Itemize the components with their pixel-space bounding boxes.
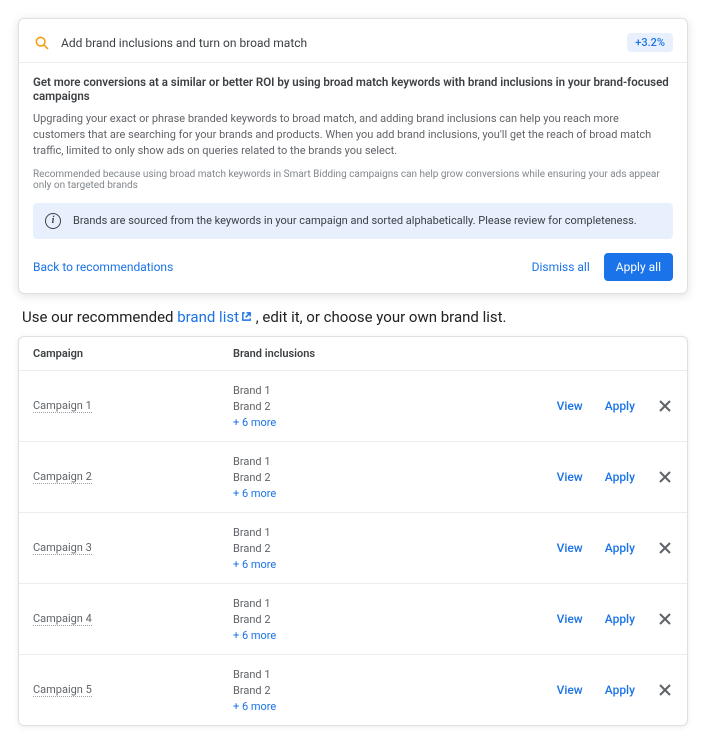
info-icon: i [45,213,61,229]
reason-text: Recommended because using broad match ke… [33,169,673,191]
view-button[interactable]: View [557,541,583,555]
brand-item: Brand 1 [233,454,463,471]
campaign-table: Campaign Brand inclusions Campaign 1 Bra… [18,336,688,726]
more-brands-link[interactable]: + 6 more [233,558,463,571]
brand-list-link[interactable]: brand list [177,308,239,326]
brand-item: Brand 2 [233,399,463,416]
brand-item: Brand 2 [233,612,463,629]
card-header: Add brand inclusions and turn on broad m… [33,29,673,62]
apply-all-button[interactable]: Apply all [604,253,673,281]
apply-button[interactable]: Apply [605,683,635,697]
info-text: Brands are sourced from the keywords in … [73,214,637,227]
table-row: Campaign 4 Brand 1 Brand 2 + 6 more View… [19,584,687,655]
campaign-link[interactable]: Campaign 5 [33,683,92,697]
apply-button[interactable]: Apply [605,399,635,413]
brand-item: Brand 1 [233,596,463,613]
brand-item: Brand 2 [233,683,463,700]
campaign-link[interactable]: Campaign 3 [33,541,92,555]
info-banner: i Brands are sourced from the keywords i… [33,203,673,239]
more-brands-link[interactable]: + 6 more [233,487,463,500]
brand-item: Brand 1 [233,383,463,400]
campaign-link[interactable]: Campaign 4 [33,612,92,626]
dismiss-all-button[interactable]: Dismiss all [532,260,590,274]
brand-item: Brand 2 [233,470,463,487]
search-icon [33,34,51,52]
divider [19,62,687,63]
table-row: Campaign 3 Brand 1 Brand 2 + 6 more View… [19,513,687,584]
body-text: Upgrading your exact or phrase branded k… [33,111,673,159]
more-brands-link[interactable]: + 6 more [233,629,463,642]
card-footer: Back to recommendations Dismiss all Appl… [33,253,673,281]
card-title: Add brand inclusions and turn on broad m… [61,36,627,50]
headline: Get more conversions at a similar or bet… [33,75,673,103]
close-icon[interactable] [657,611,673,627]
more-brands-link[interactable]: + 6 more [233,416,463,429]
view-button[interactable]: View [557,683,583,697]
table-header: Campaign Brand inclusions [19,337,687,371]
instruction-post: , edit it, or choose your own brand list… [252,308,507,326]
close-icon[interactable] [657,398,673,414]
apply-button[interactable]: Apply [605,470,635,484]
view-button[interactable]: View [557,470,583,484]
external-link-icon [241,308,252,319]
apply-button[interactable]: Apply [605,612,635,626]
more-brands-link[interactable]: + 6 more [233,700,463,713]
brand-item: Brand 1 [233,667,463,684]
col-header-campaign: Campaign [33,347,233,360]
close-icon[interactable] [657,540,673,556]
view-button[interactable]: View [557,612,583,626]
table-row: Campaign 5 Brand 1 Brand 2 + 6 more View… [19,655,687,725]
instruction-pre: Use our recommended [22,308,177,326]
close-icon[interactable] [657,469,673,485]
close-icon[interactable] [657,682,673,698]
col-header-brands: Brand inclusions [233,347,463,360]
instruction-text: Use our recommended brand list , edit it… [22,308,684,326]
brand-item: Brand 2 [233,541,463,558]
view-button[interactable]: View [557,399,583,413]
apply-button[interactable]: Apply [605,541,635,555]
table-row: Campaign 2 Brand 1 Brand 2 + 6 more View… [19,442,687,513]
campaign-link[interactable]: Campaign 1 [33,399,92,413]
campaign-link[interactable]: Campaign 2 [33,470,92,484]
brand-item: Brand 1 [233,525,463,542]
uplift-badge: +3.2% [627,33,673,52]
recommendation-card: Add brand inclusions and turn on broad m… [18,18,688,294]
table-row: Campaign 1 Brand 1 Brand 2 + 6 more View… [19,371,687,442]
back-link[interactable]: Back to recommendations [33,260,173,274]
